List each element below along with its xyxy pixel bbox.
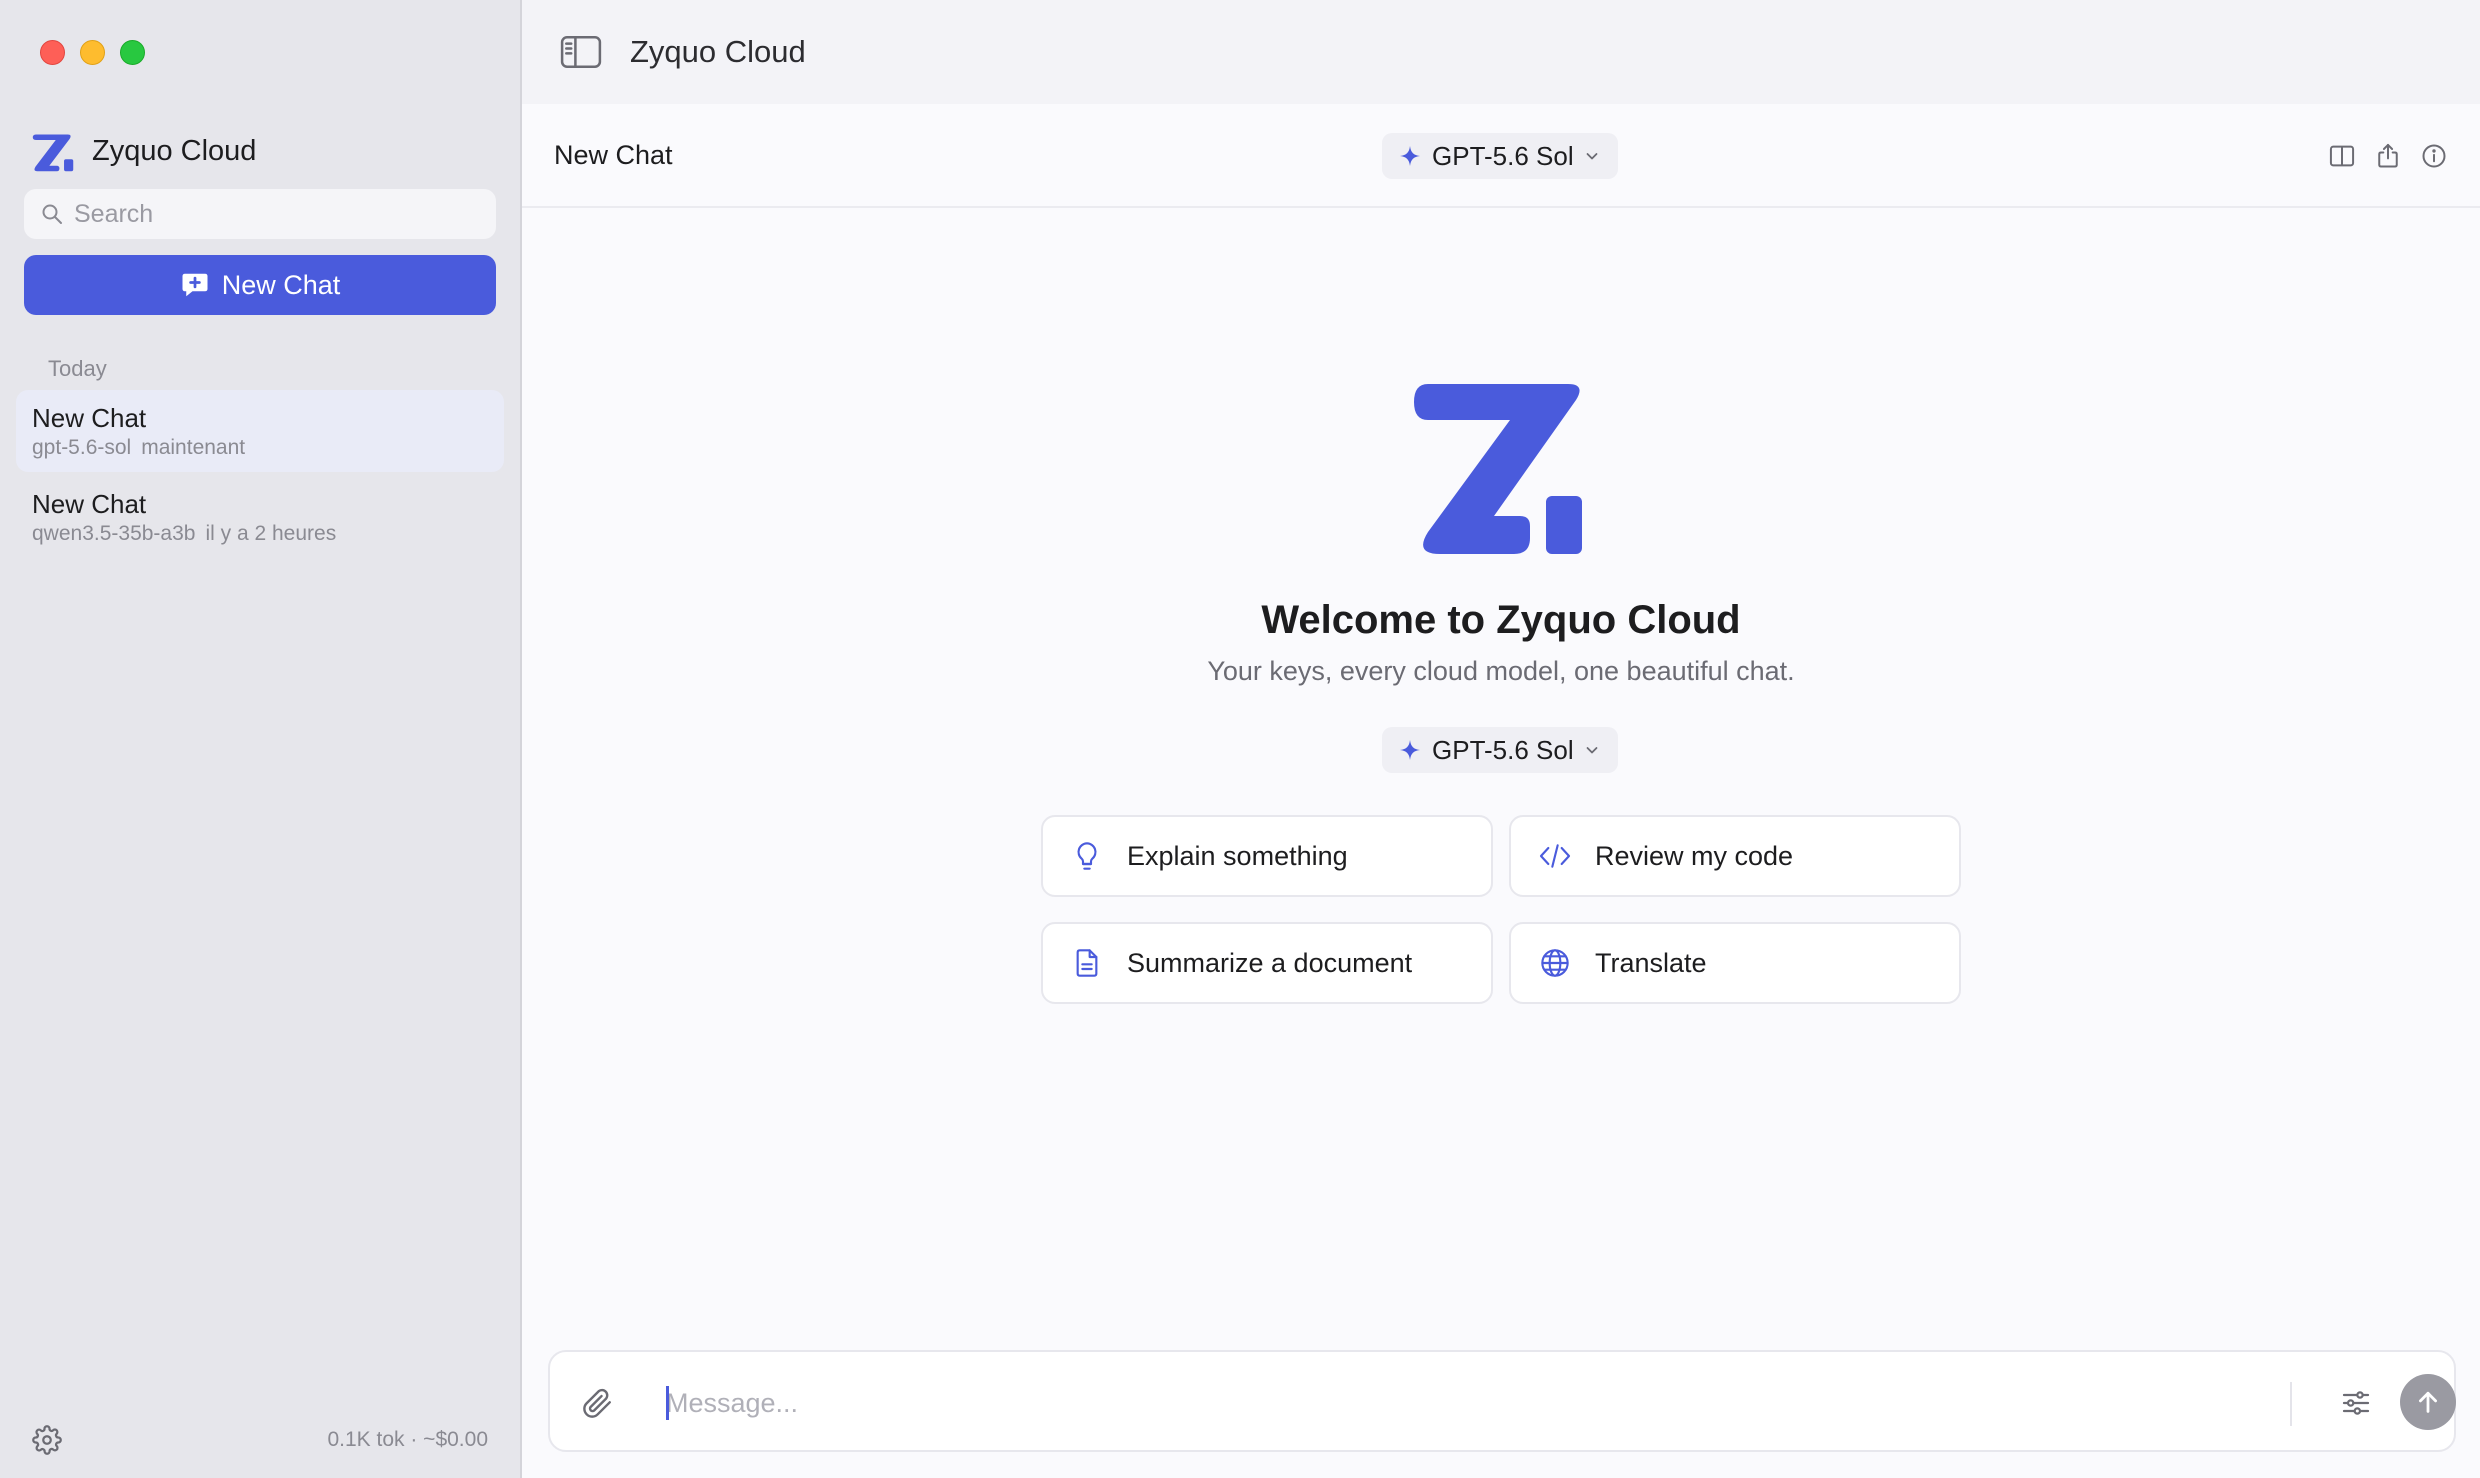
- suggestion-label: Translate: [1595, 947, 1707, 978]
- chat-list-item[interactable]: New Chat gpt-5.6-sol maintenant: [16, 390, 504, 472]
- chat-item-time: il y a 2 heures: [205, 522, 337, 545]
- close-window-button[interactable]: [40, 40, 65, 65]
- app-title: Zyquo Cloud: [630, 34, 806, 69]
- suggestion-label: Summarize a document: [1127, 947, 1413, 978]
- sidebar: Zyquo Cloud New Chat Today New Chat gpt-…: [0, 0, 522, 1478]
- composer-divider: [2290, 1382, 2292, 1426]
- model-selector-label: GPT-5.6 Sol: [1432, 140, 1574, 171]
- new-chat-label: New Chat: [221, 269, 341, 300]
- sidebar-footer: 0.1K tok · ~$0.00: [32, 1420, 488, 1460]
- suggestion-summarize-document[interactable]: Summarize a document: [1041, 922, 1493, 1004]
- chat-item-model: gpt-5.6-sol: [32, 436, 132, 459]
- suggestion-label: Explain something: [1127, 840, 1348, 871]
- split-view-icon[interactable]: [2328, 142, 2356, 170]
- main-area: Zyquo Cloud New Chat GPT-5.6 Sol Welcome…: [522, 0, 2480, 1478]
- sparkle-icon: [1400, 740, 1420, 760]
- chevron-down-icon: [1586, 153, 1598, 160]
- zoom-window-button[interactable]: [120, 40, 145, 65]
- model-selector[interactable]: GPT-5.6 Sol: [1382, 133, 1618, 179]
- zyquo-logo-icon: [1414, 384, 1582, 554]
- section-label-today: Today: [48, 356, 107, 381]
- text-cursor: [666, 1386, 669, 1420]
- chat-item-meta: qwen3.5-35b-a3b il y a 2 heures: [32, 522, 488, 546]
- model-selector-label: GPT-5.6 Sol: [1432, 734, 1574, 765]
- model-selector[interactable]: GPT-5.6 Sol: [1382, 727, 1618, 773]
- search-icon: [42, 204, 62, 224]
- sparkle-icon: [1400, 146, 1420, 166]
- window-controls: [40, 40, 145, 65]
- chat-item-title: New Chat: [32, 489, 147, 519]
- chat-list-item[interactable]: New Chat qwen3.5-35b-a3b il y a 2 heures: [16, 476, 504, 558]
- paperclip-icon[interactable]: [580, 1386, 614, 1420]
- share-icon[interactable]: [2374, 142, 2402, 170]
- chat-header: New Chat GPT-5.6 Sol: [522, 104, 2480, 208]
- chat-item-model: qwen3.5-35b-a3b: [32, 522, 196, 545]
- minimize-window-button[interactable]: [80, 40, 105, 65]
- sidebar-brand: Zyquo Cloud: [30, 128, 256, 174]
- chat-item-title: New Chat: [32, 403, 147, 433]
- sidebar-toggle-icon[interactable]: [560, 35, 602, 69]
- chevron-down-icon: [1586, 747, 1598, 754]
- chat-item-time: maintenant: [141, 436, 246, 459]
- search-box[interactable]: [24, 189, 496, 239]
- search-input[interactable]: [74, 199, 474, 229]
- header-actions: [2328, 142, 2448, 170]
- lightbulb-icon: [1077, 842, 1097, 870]
- code-icon: [1539, 844, 1571, 868]
- suggestion-translate[interactable]: Translate: [1509, 922, 1961, 1004]
- chat-item-meta: gpt-5.6-sol maintenant: [32, 436, 488, 460]
- titlebar: Zyquo Cloud: [522, 0, 2480, 104]
- suggestion-label: Review my code: [1595, 840, 1794, 871]
- message-composer: [548, 1350, 2456, 1452]
- chat-title: New Chat: [554, 140, 673, 170]
- welcome-subtitle: Your keys, every cloud model, one beauti…: [1207, 656, 1795, 686]
- suggestion-explain-something[interactable]: Explain something: [1041, 815, 1493, 897]
- document-icon: [1076, 949, 1098, 977]
- new-chat-icon: [182, 273, 208, 297]
- settings-gear-icon[interactable]: [32, 1425, 62, 1455]
- suggestion-review-code[interactable]: Review my code: [1509, 815, 1961, 897]
- token-usage: 0.1K tok · ~$0.00: [327, 1428, 488, 1451]
- chat-list: New Chat gpt-5.6-sol maintenant New Chat…: [16, 390, 504, 562]
- globe-icon: [1541, 949, 1569, 977]
- sliders-icon[interactable]: [2340, 1387, 2372, 1419]
- info-icon[interactable]: [2420, 142, 2448, 170]
- welcome-title: Welcome to Zyquo Cloud: [1261, 598, 1741, 642]
- message-input[interactable]: [666, 1378, 2166, 1428]
- new-chat-button[interactable]: New Chat: [24, 255, 496, 315]
- arrow-up-icon: [2419, 1391, 2437, 1413]
- brand-name: Zyquo Cloud: [92, 134, 257, 167]
- zyquo-logo-icon: [32, 134, 74, 172]
- send-button[interactable]: [2400, 1374, 2456, 1430]
